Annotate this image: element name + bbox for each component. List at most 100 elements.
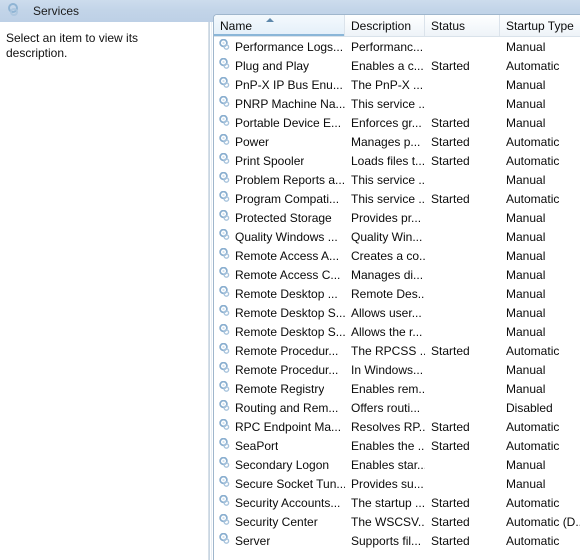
- cell-description: Enables star...: [345, 458, 425, 472]
- cell-startup-type: Manual: [500, 363, 580, 377]
- cell-startup-type: Automatic: [500, 420, 580, 434]
- cell-status: Started: [425, 154, 500, 168]
- table-row[interactable]: SeaPort Enables the ... Started Automatic: [214, 436, 580, 455]
- table-row[interactable]: Plug and Play Enables a c... Started Automa…: [214, 56, 580, 75]
- table-row[interactable]: Remote Desktop S... Allows the r... Manual: [214, 322, 580, 341]
- service-description: This service ...: [351, 96, 425, 111]
- services-window: Services Select an item to view its desc…: [0, 0, 580, 560]
- service-startup-type: Automatic: [506, 134, 560, 149]
- table-row[interactable]: Remote Desktop ... Remote Des... Manual: [214, 284, 580, 303]
- table-row[interactable]: Remote Procedur... In Windows... Manual: [214, 360, 580, 379]
- cell-startup-type: Automatic: [500, 534, 580, 548]
- cell-description: Enables the ...: [345, 439, 425, 453]
- cell-status: Started: [425, 59, 500, 73]
- cell-name: PNRP Machine Na...: [214, 96, 345, 111]
- service-description: Quality Win...: [351, 229, 423, 244]
- service-description: This service ...: [351, 172, 425, 187]
- cell-description: Resolves RP...: [345, 420, 425, 434]
- service-name: Secure Socket Tun...: [235, 476, 345, 491]
- table-row[interactable]: Remote Access C... Manages di... Manual: [214, 265, 580, 284]
- cell-description: Allows the r...: [345, 325, 425, 339]
- service-gear-icon: [218, 153, 231, 168]
- table-row[interactable]: Program Compati... This service ... Starte…: [214, 189, 580, 208]
- cell-startup-type: Automatic: [500, 192, 580, 206]
- table-row[interactable]: Remote Registry Enables rem... Manual: [214, 379, 580, 398]
- service-description: Performanc...: [351, 39, 424, 54]
- cell-name: Remote Desktop S...: [214, 324, 345, 339]
- table-row[interactable]: PNRP Machine Na... This service ... Manual: [214, 94, 580, 113]
- service-gear-icon: [218, 248, 231, 263]
- column-header-startup-type[interactable]: Startup Type: [500, 15, 580, 36]
- service-status: Started: [431, 115, 470, 130]
- service-description: This service ...: [351, 191, 425, 206]
- table-row[interactable]: Remote Access A... Creates a co... Manual: [214, 246, 580, 265]
- cell-startup-type: Manual: [500, 325, 580, 339]
- service-startup-type: Manual: [506, 77, 546, 92]
- cell-name: Secure Socket Tun...: [214, 476, 345, 491]
- cell-status: Started: [425, 116, 500, 130]
- service-description: Enables a c...: [351, 58, 424, 73]
- service-startup-type: Manual: [506, 476, 546, 491]
- cell-description: This service ...: [345, 97, 425, 111]
- cell-name: Print Spooler: [214, 153, 345, 168]
- column-header-status[interactable]: Status: [425, 15, 500, 36]
- table-row[interactable]: Performance Logs... Performanc... Manual: [214, 37, 580, 56]
- service-startup-type: Manual: [506, 248, 546, 263]
- table-row[interactable]: Remote Desktop S... Allows user... Manual: [214, 303, 580, 322]
- table-row[interactable]: Routing and Rem... Offers routi... Disable…: [214, 398, 580, 417]
- service-name: Remote Desktop S...: [235, 324, 345, 339]
- cell-name: Routing and Rem...: [214, 400, 345, 415]
- service-startup-type: Manual: [506, 39, 546, 54]
- table-row[interactable]: PnP-X IP Bus Enu... The PnP-X ... Manual: [214, 75, 580, 94]
- cell-startup-type: Manual: [500, 116, 580, 130]
- cell-description: The startup ...: [345, 496, 425, 510]
- table-row[interactable]: Print Spooler Loads files t... Started Auto…: [214, 151, 580, 170]
- pane-divider[interactable]: [209, 22, 210, 560]
- cell-status: Started: [425, 344, 500, 358]
- table-row[interactable]: Protected Storage Provides pr... Manual: [214, 208, 580, 227]
- table-row[interactable]: Portable Device E... Enforces gr... Starte…: [214, 113, 580, 132]
- service-name: Routing and Rem...: [235, 400, 339, 415]
- service-startup-type: Automatic: [506, 343, 560, 358]
- service-description: The PnP-X ...: [351, 77, 424, 92]
- table-row[interactable]: RPC Endpoint Ma... Resolves RP... Started A…: [214, 417, 580, 436]
- service-gear-icon: [218, 343, 231, 358]
- service-description: Offers routi...: [351, 400, 421, 415]
- service-status: Started: [431, 419, 470, 434]
- column-header-description[interactable]: Description: [345, 15, 425, 36]
- service-name: Remote Desktop S...: [235, 305, 345, 320]
- window-title: Services: [33, 4, 80, 18]
- table-row[interactable]: Power Manages p... Started Automatic: [214, 132, 580, 151]
- service-status: Started: [431, 533, 470, 548]
- cell-status: Started: [425, 192, 500, 206]
- cell-description: Manages di...: [345, 268, 425, 282]
- table-row[interactable]: Security Center The WSCSV... Started Automa…: [214, 512, 580, 531]
- service-description: Provides su...: [351, 476, 424, 491]
- service-description: Creates a co...: [351, 248, 425, 263]
- table-row[interactable]: Problem Reports a... This service ... Manu…: [214, 170, 580, 189]
- table-row[interactable]: Secondary Logon Enables star... Manual: [214, 455, 580, 474]
- service-gear-icon: [218, 96, 231, 111]
- pane-divider-highlight: [211, 22, 212, 560]
- service-gear-icon: [218, 39, 231, 54]
- service-description: Loads files t...: [351, 153, 425, 168]
- service-description: Allows user...: [351, 305, 422, 320]
- table-row[interactable]: Quality Windows ... Quality Win... Manual: [214, 227, 580, 246]
- column-header-status-label: Status: [431, 18, 466, 33]
- service-gear-icon: [218, 77, 231, 92]
- service-description: Manages di...: [351, 267, 424, 282]
- service-description: The WSCSV...: [351, 514, 425, 529]
- column-header-name[interactable]: Name: [214, 15, 345, 36]
- description-pane: Select an item to view its description.: [0, 22, 209, 560]
- service-gear-icon: [218, 533, 231, 548]
- service-description: Supports fil...: [351, 533, 422, 548]
- table-row[interactable]: Security Accounts... The startup ... Start…: [214, 493, 580, 512]
- table-row[interactable]: Secure Socket Tun... Provides su... Manual: [214, 474, 580, 493]
- service-name: Problem Reports a...: [235, 172, 345, 187]
- table-row[interactable]: Remote Procedur... The RPCSS ... Started Au…: [214, 341, 580, 360]
- table-row[interactable]: Server Supports fil... Started Automatic: [214, 531, 580, 550]
- service-description: Enables the ...: [351, 438, 425, 453]
- cell-startup-type: Manual: [500, 249, 580, 263]
- service-startup-type: Automatic: [506, 495, 560, 510]
- cell-description: The WSCSV...: [345, 515, 425, 529]
